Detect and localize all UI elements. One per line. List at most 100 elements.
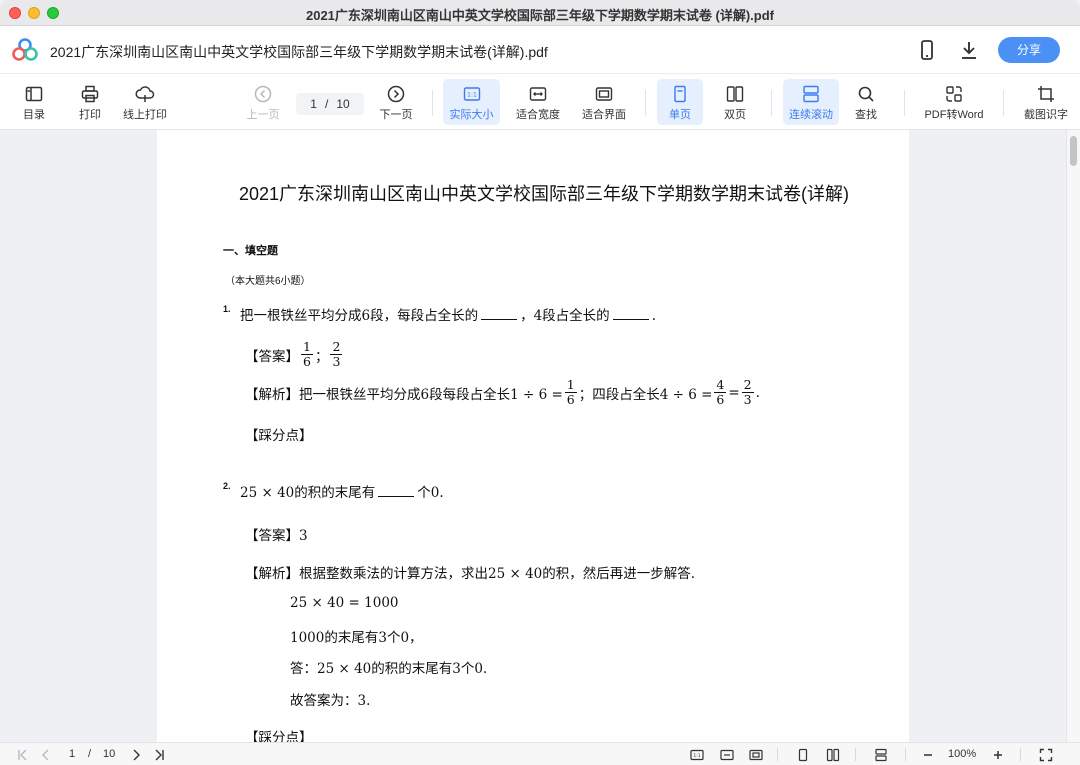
single-page-label: 单页: [669, 109, 691, 121]
fraction: 16: [301, 339, 313, 369]
status-fit-width-button[interactable]: [718, 747, 736, 762]
continuous-scroll-icon: [803, 85, 819, 103]
pdf-to-word-button[interactable]: PDF转Word: [920, 79, 988, 125]
section-title: 一、填空题: [223, 245, 278, 257]
solution-step: 25 × 40 = 1000: [290, 595, 399, 611]
print-button[interactable]: 打印: [70, 79, 110, 125]
last-page-button[interactable]: [151, 747, 167, 762]
status-total-pages: 10: [103, 748, 116, 760]
answer-value: 3: [299, 528, 308, 544]
fit-screen-button[interactable]: 适合界面: [576, 79, 632, 125]
scrollbar-thumb[interactable]: [1070, 136, 1077, 166]
prev-page-label: 上一页: [246, 109, 280, 121]
document-heading: 2021广东深圳南山区南山中英文学校国际部三年级下学期数学期末试卷(详解): [239, 184, 850, 204]
prev-page-button[interactable]: 上一页: [243, 79, 283, 125]
find-label: 查找: [855, 109, 877, 121]
toc-icon: [25, 86, 43, 102]
single-page-button[interactable]: 单页: [657, 79, 703, 125]
chevron-left-circle-icon: [254, 85, 272, 103]
zoom-in-button[interactable]: [990, 747, 1006, 762]
plus-icon: [994, 750, 1002, 759]
next-page-button[interactable]: 下一页: [376, 79, 416, 125]
find-button[interactable]: 查找: [846, 79, 886, 125]
next-page-small-button[interactable]: [128, 747, 144, 762]
mobile-icon[interactable]: [915, 38, 939, 62]
points-label: 【踩分点】: [245, 730, 313, 742]
points-label: 【踩分点】: [245, 428, 313, 444]
answer-line: 【答案】 16 ； 23: [245, 339, 343, 369]
answer-line: 【答案】3: [245, 524, 308, 544]
fit-screen-label: 适合界面: [582, 109, 626, 121]
fit-screen-icon: [595, 87, 613, 101]
double-page-button[interactable]: 双页: [713, 79, 757, 125]
status-divider: [1020, 748, 1021, 761]
first-page-icon: [18, 749, 27, 760]
status-continuous-scroll-button[interactable]: [872, 747, 890, 762]
fullscreen-icon: [1039, 748, 1053, 761]
fraction: 46: [714, 377, 727, 407]
toolbar-divider: [1003, 90, 1004, 116]
ocr-button[interactable]: 截图识字: [1018, 79, 1074, 125]
fit-width-icon: [529, 87, 547, 101]
vertical-scrollbar[interactable]: [1066, 130, 1080, 742]
toolbar-divider: [771, 90, 772, 116]
window-titlebar: 2021广东深圳南山区南山中英文学校国际部三年级下学期数学期末试卷 (详解).p…: [0, 0, 1080, 26]
last-page-icon: [155, 749, 164, 760]
fraction: 16: [564, 377, 577, 407]
single-page-icon: [798, 748, 808, 761]
toc-button[interactable]: 目录: [14, 79, 54, 125]
cloud-print-icon: [135, 86, 155, 102]
status-double-page-button[interactable]: [824, 747, 842, 762]
crop-icon: [1038, 86, 1054, 102]
status-page-separator: /: [88, 748, 92, 760]
question-text: 把一根铁丝平均分成6段，每段占全长的 ，4段占全长的.: [240, 308, 656, 324]
current-page-input[interactable]: 1: [310, 97, 317, 111]
analysis-label: 【解析】: [245, 566, 299, 582]
download-icon[interactable]: [957, 38, 981, 62]
status-current-page[interactable]: 1: [69, 748, 75, 760]
toolbar-divider: [432, 90, 433, 116]
fit-screen-icon: [749, 749, 763, 760]
double-page-icon: [826, 748, 840, 761]
share-button[interactable]: 分享: [998, 37, 1060, 63]
fit-width-button[interactable]: 适合宽度: [510, 79, 566, 125]
first-page-button[interactable]: [15, 747, 31, 762]
online-print-button[interactable]: 线上打印: [117, 79, 173, 125]
status-divider: [905, 748, 906, 761]
next-page-label: 下一页: [379, 109, 413, 121]
status-divider: [777, 748, 778, 761]
zoom-out-button[interactable]: [920, 747, 936, 762]
continuous-scroll-button[interactable]: 连续滚动: [783, 79, 839, 125]
analysis-line: 【解析】 把一根铁丝平均分成6段每段占全长1 ÷ 6 = 16 ；四段占全长4 …: [245, 377, 760, 407]
status-actual-size-button[interactable]: 1:1: [688, 747, 706, 762]
solution-step: 答：25 × 40的积的末尾有3个0.: [290, 661, 488, 677]
fraction: 23: [741, 377, 754, 407]
chevron-right-circle-icon: [387, 85, 405, 103]
document-viewport[interactable]: 2021广东深圳南山区南山中英文学校国际部三年级下学期数学期末试卷(详解) 一、…: [0, 130, 1080, 742]
total-pages: 10: [336, 97, 350, 111]
answer-label: 【答案】: [245, 348, 299, 365]
single-page-icon: [674, 85, 686, 103]
zoom-level[interactable]: 100%: [948, 748, 976, 760]
window-title: 2021广东深圳南山区南山中英文学校国际部三年级下学期数学期末试卷 (详解).p…: [305, 8, 774, 23]
app-header: 2021广东深圳南山区南山中英文学校国际部三年级下学期数学期末试卷(详解).pd…: [0, 26, 1080, 74]
actual-size-icon: 1:1: [463, 87, 480, 101]
toolbar-divider: [904, 90, 905, 116]
toolbar: 目录 打印 线上打印 上一页 1 / 10 下一页 1:1 实际大小 适合宽度 …: [0, 74, 1080, 130]
search-icon: [858, 86, 874, 102]
continuous-scroll-label: 连续滚动: [789, 109, 833, 121]
prev-page-small-button[interactable]: [38, 747, 54, 762]
page-indicator[interactable]: 1 / 10: [296, 93, 364, 115]
status-bar: 1 / 10 1:1 100%: [0, 742, 1080, 765]
status-fit-screen-button[interactable]: [747, 747, 765, 762]
print-label: 打印: [79, 109, 101, 121]
answer-label: 【答案】: [245, 528, 299, 544]
pdf-to-word-label: PDF转Word: [924, 109, 984, 121]
actual-size-icon: 1:1: [690, 749, 704, 760]
status-single-page-button[interactable]: [794, 747, 812, 762]
actual-size-button[interactable]: 1:1 实际大小: [443, 79, 500, 125]
chevron-right-icon: [133, 749, 140, 760]
solution-step: 1000的末尾有3个0，: [290, 630, 423, 646]
fullscreen-button[interactable]: [1038, 747, 1054, 762]
app-logo-icon: [12, 38, 38, 61]
